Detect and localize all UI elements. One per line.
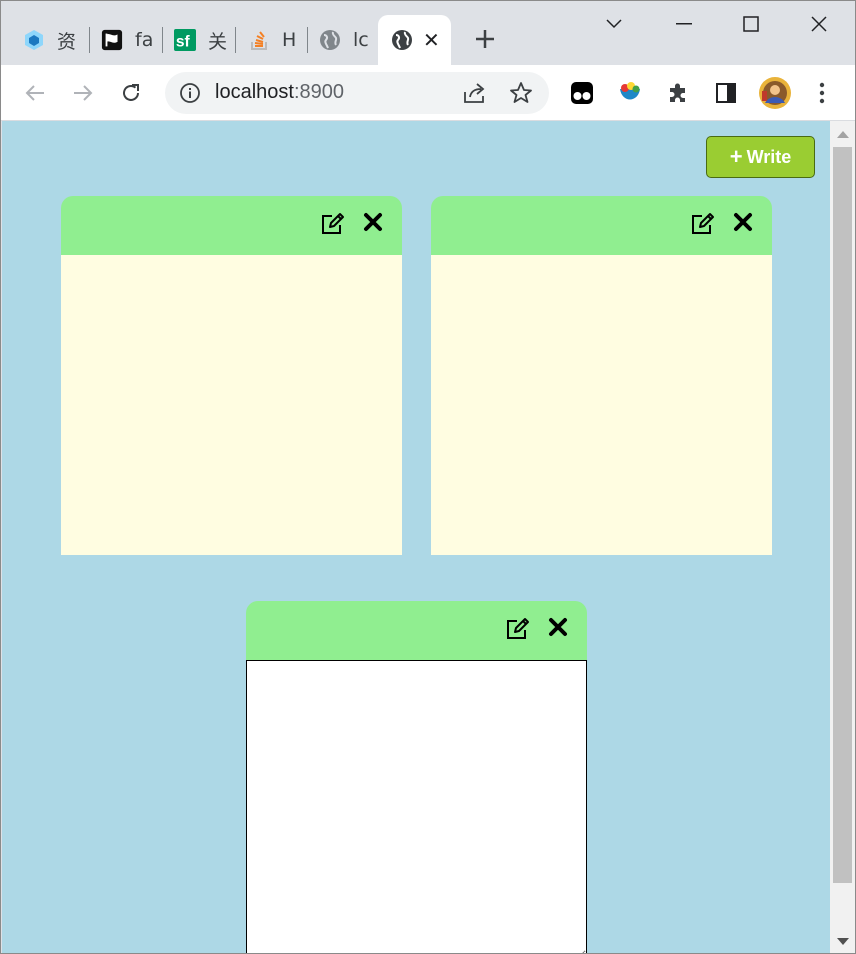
share-icon[interactable] (462, 81, 488, 109)
vertical-scrollbar[interactable] (830, 121, 855, 953)
close-icon (811, 16, 827, 32)
write-button-label: Write (746, 146, 792, 167)
note-card (431, 196, 772, 555)
arrow-left-icon (25, 85, 44, 101)
delete-icon[interactable] (548, 617, 570, 643)
note-card-editing (246, 601, 587, 953)
page-content: + Write (2, 121, 830, 953)
edit-icon[interactable] (505, 617, 531, 643)
close-window-button[interactable] (804, 9, 834, 39)
tab-title: lc (353, 29, 369, 51)
note-card (61, 196, 402, 555)
tab-title: 资 (57, 30, 77, 53)
extensions-puzzle-icon[interactable] (664, 79, 692, 107)
tab-5[interactable]: lc (319, 15, 375, 65)
note-body (431, 255, 772, 555)
kebab-menu-icon (819, 82, 825, 104)
note-textarea[interactable] (246, 660, 587, 953)
tab-4[interactable]: H (248, 15, 304, 65)
minimize-button[interactable] (669, 9, 699, 39)
webpack-cube-icon (23, 29, 45, 51)
tab-title: fa (135, 29, 154, 51)
info-icon[interactable] (179, 82, 201, 108)
note-header (61, 196, 402, 255)
close-tab-icon[interactable]: ✕ (423, 28, 440, 52)
tab-2[interactable]: fa (101, 15, 157, 65)
plus-icon: + (729, 144, 743, 169)
stackoverflow-icon (248, 29, 270, 51)
tab-title: H (282, 29, 297, 51)
extension-colorful-icon[interactable] (616, 79, 644, 107)
tab-search-button[interactable] (599, 9, 629, 39)
reload-icon (123, 84, 139, 101)
globe-icon (319, 29, 341, 51)
svg-text:sf: sf (176, 33, 191, 50)
write-button[interactable]: + Write (706, 136, 815, 178)
back-button[interactable] (21, 79, 49, 107)
address-bar[interactable]: localhost:8900 (165, 72, 549, 114)
plus-icon (476, 30, 494, 48)
maximize-icon (743, 16, 759, 32)
avatar[interactable] (758, 76, 792, 110)
chevron-down-icon (606, 19, 622, 29)
scroll-down-arrow[interactable] (837, 938, 849, 945)
reload-button[interactable] (117, 79, 145, 107)
url-port: :8900 (293, 81, 344, 103)
globe-icon (391, 29, 413, 51)
tab-1[interactable]: 资 (23, 15, 79, 65)
scroll-thumb[interactable] (833, 147, 852, 883)
url-text: localhost:8900 (215, 81, 344, 104)
forward-button[interactable] (69, 79, 97, 107)
edit-icon[interactable] (690, 212, 716, 238)
arrow-right-icon (74, 85, 93, 101)
tab-strip: 资 fa sf 关 H lc ✕ (1, 1, 855, 65)
maximize-button[interactable] (736, 9, 766, 39)
side-panel-icon[interactable] (712, 79, 740, 107)
browser-menu-button[interactable] (808, 79, 836, 107)
tab-title: 关 (208, 30, 228, 53)
bookmark-star-icon[interactable] (509, 81, 533, 109)
new-tab-button[interactable] (471, 25, 499, 53)
browser-toolbar: localhost:8900 (1, 65, 855, 121)
url-host: localhost (215, 81, 294, 103)
delete-icon[interactable] (363, 212, 385, 238)
tab-active[interactable]: ✕ (378, 15, 451, 65)
browser-window: 资 fa sf 关 H lc ✕ localhost:8900 + Write (0, 0, 856, 954)
flag-icon (101, 29, 123, 51)
segmentfault-icon: sf (174, 29, 196, 51)
minimize-icon (676, 23, 692, 25)
note-body (61, 255, 402, 555)
note-header (431, 196, 772, 255)
edit-icon[interactable] (320, 212, 346, 238)
extension-tampermonkey-icon[interactable] (568, 79, 596, 107)
scroll-up-arrow[interactable] (837, 131, 849, 138)
note-header (246, 601, 587, 660)
delete-icon[interactable] (733, 212, 755, 238)
tab-3[interactable]: sf 关 (174, 15, 230, 65)
